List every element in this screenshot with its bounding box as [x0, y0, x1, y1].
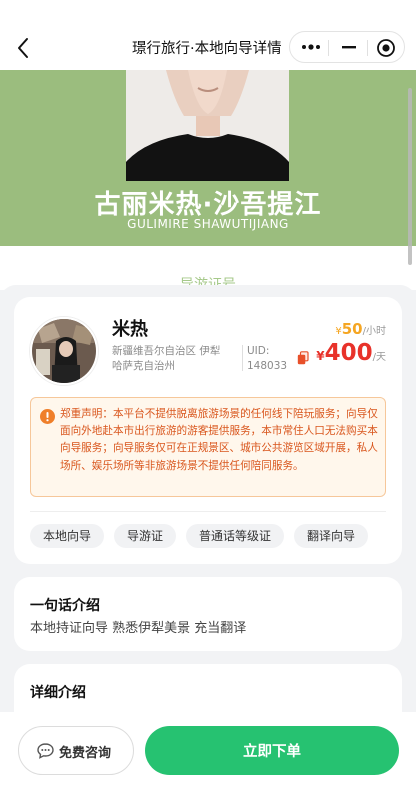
disclaimer-notice: 郑重声明：本平台不提供脱离旅游场景的任何线下陪玩服务；向导仅面向外地赴本市出行旅…: [30, 397, 386, 497]
detail-title: 详细介绍: [30, 685, 86, 701]
avatar[interactable]: [30, 317, 98, 385]
mini-program-capsule: [289, 31, 405, 63]
hourly-price-value: 50: [341, 320, 363, 338]
tag-local-guide: 本地向导: [30, 524, 105, 548]
daily-price-unit: /天: [372, 352, 386, 363]
minimize-icon[interactable]: [340, 37, 358, 57]
currency-symbol: ¥: [316, 349, 325, 363]
tag-guide-license: 导游证: [114, 524, 177, 548]
guide-full-name: 古丽米热·沙吾提江: [94, 190, 322, 220]
divider: [242, 345, 243, 371]
guide-banner: 古丽米热·沙吾提江 GULIMIRE SHAWUTIJIANG: [0, 70, 416, 246]
hourly-price: ¥50/小时: [335, 319, 386, 338]
tag-translation-guide: 翻译向导: [294, 524, 369, 548]
guide-photo: [126, 70, 289, 181]
guide-profile-card: 米热 新疆维吾尔自治区 伊犁哈萨克自治州 UID: 148033 ¥50/小时 …: [14, 297, 402, 564]
order-now-label: 立即下单: [243, 744, 301, 760]
one-line-intro-card: 一句话介绍 本地持证向导 熟悉伊犁美景 充当翻译: [14, 577, 402, 651]
qualification-tags: 本地向导 导游证 普通话等级证 翻译向导: [30, 524, 369, 548]
disclaimer-text: 郑重声明：本平台不提供脱离旅游场景的任何线下陪玩服务；向导仅面向外地赴本市出行旅…: [60, 408, 378, 472]
license-section-peek: 导游证号: [0, 246, 416, 293]
warning-icon: [40, 409, 55, 424]
copy-icon[interactable]: [297, 351, 309, 365]
chat-bubble-icon: [37, 743, 54, 759]
uid-value: 148033: [247, 360, 288, 372]
order-now-button[interactable]: 立即下单: [145, 726, 399, 775]
page-title: 璟行旅行·本地向导详情: [132, 41, 282, 57]
bottom-action-bar: 免费咨询 立即下单: [0, 712, 416, 789]
divider: [30, 511, 386, 512]
tag-mandarin-certificate: 普通话等级证: [186, 524, 285, 548]
top-nav-bar: 璟行旅行·本地向导详情: [0, 0, 416, 70]
daily-price: ¥400/天: [316, 340, 386, 366]
guide-full-name-pinyin: GULIMIRE SHAWUTIJIANG: [127, 217, 289, 231]
more-dots-icon[interactable]: [300, 40, 322, 54]
intro-text: 本地持证向导 熟悉伊犁美景 充当翻译: [30, 621, 247, 636]
uid-label: UID:: [247, 345, 270, 357]
hourly-price-unit: /小时: [362, 326, 386, 337]
back-arrow-icon[interactable]: [14, 36, 32, 60]
capsule-divider: [367, 40, 368, 56]
daily-price-value: 400: [324, 340, 373, 366]
guide-region: 新疆维吾尔自治区 伊犁哈萨克自治州: [112, 345, 221, 372]
free-consult-button[interactable]: 免费咨询: [18, 726, 134, 775]
free-consult-label: 免费咨询: [59, 746, 112, 761]
intro-title: 一句话介绍: [30, 598, 100, 614]
guide-nickname: 米热: [112, 319, 148, 340]
capsule-divider: [328, 40, 329, 56]
record-icon[interactable]: [376, 38, 396, 58]
scrollbar[interactable]: [408, 88, 412, 265]
